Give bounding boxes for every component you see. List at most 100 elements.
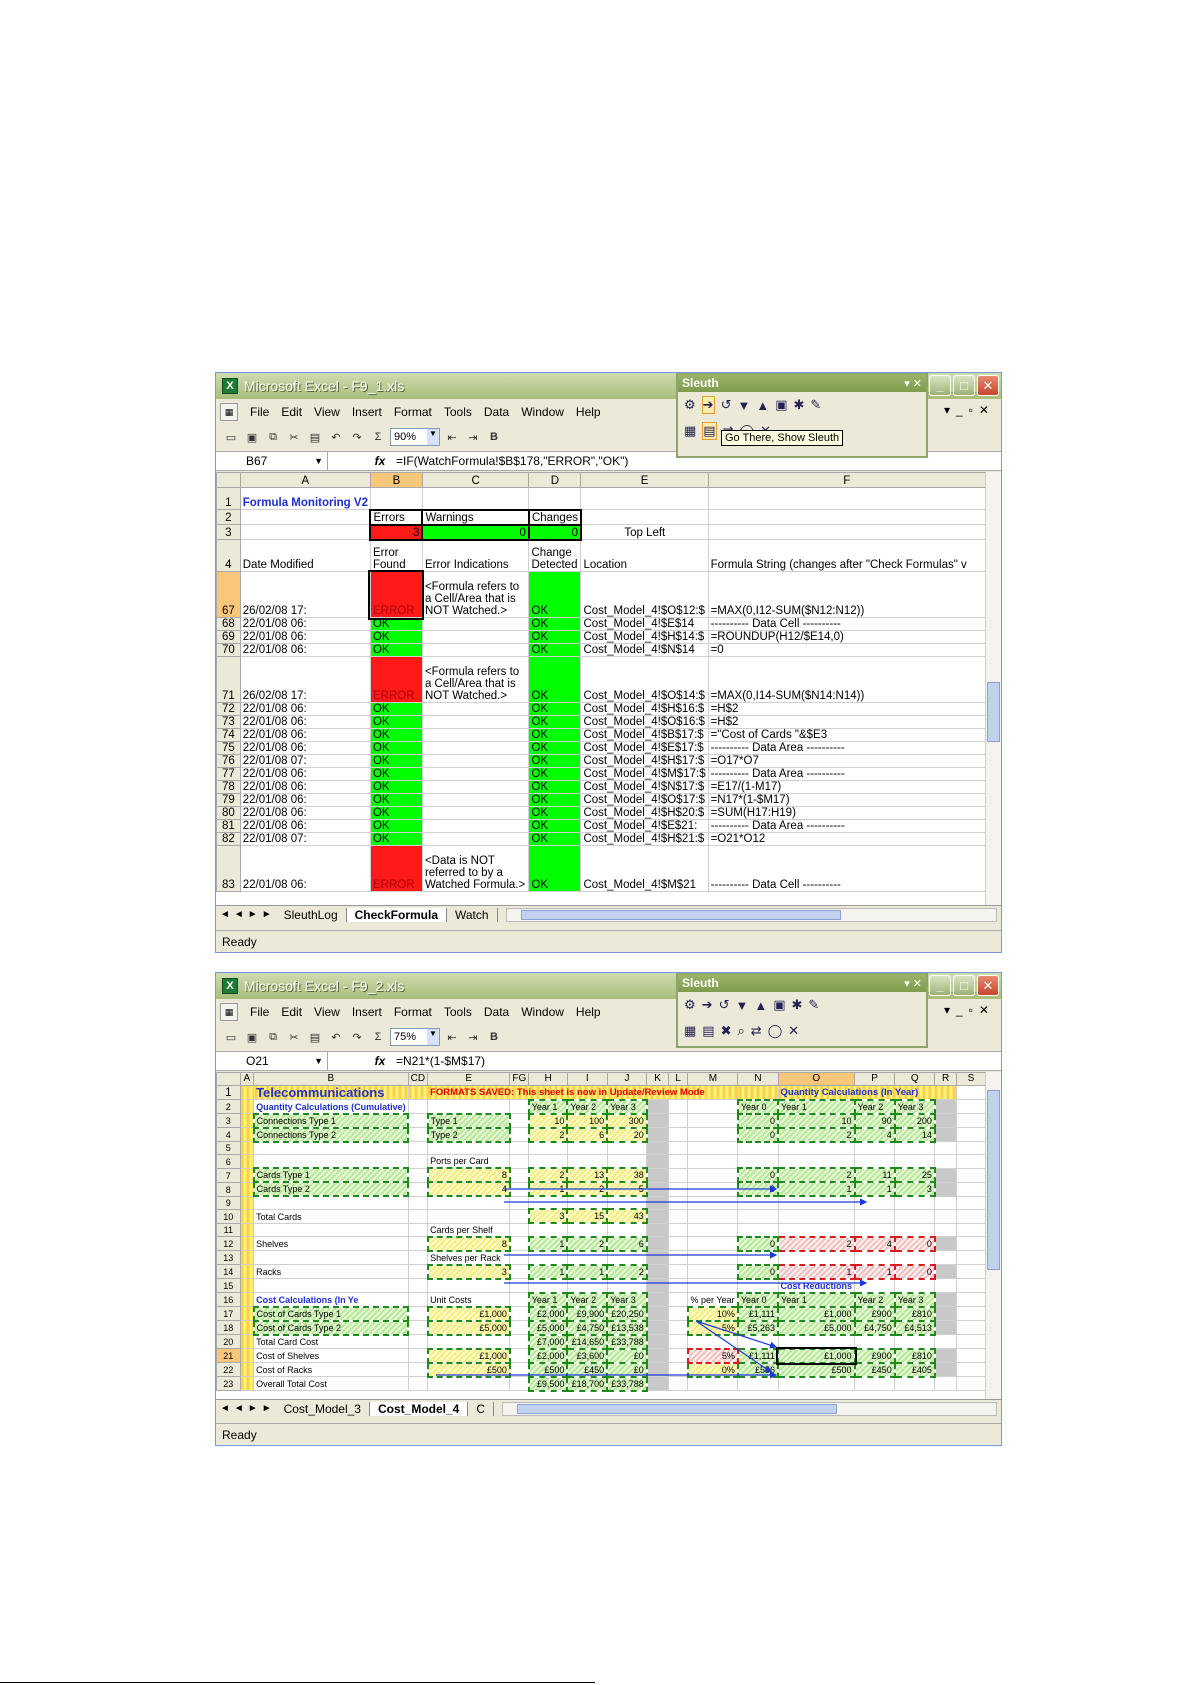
cell-date[interactable]: 22/01/08 06:: [239, 702, 371, 716]
cell-i[interactable]: £3,600: [566, 1347, 609, 1364]
cell-chg[interactable]: OK: [528, 832, 582, 846]
delete-icon[interactable]: ✖: [721, 1023, 732, 1039]
cell-e[interactable]: Cards per Shelf: [427, 1222, 511, 1237]
cell-m[interactable]: 10%: [686, 1305, 739, 1322]
cell-i[interactable]: £9,900: [566, 1305, 609, 1322]
menu-tools[interactable]: Tools: [444, 405, 472, 419]
cell-ind[interactable]: [421, 793, 530, 807]
cell-e[interactable]: Ports per Card: [427, 1154, 511, 1169]
column-header[interactable]: Q: [894, 1072, 936, 1086]
cell-j[interactable]: [606, 1154, 648, 1169]
cell-b[interactable]: [253, 1250, 409, 1265]
row-header[interactable]: 10: [216, 1208, 241, 1224]
cell-q[interactable]: [894, 1208, 936, 1224]
cell-o[interactable]: 10: [777, 1112, 856, 1129]
cell-j[interactable]: 300: [606, 1112, 648, 1129]
cell-m[interactable]: 0%: [686, 1361, 739, 1378]
cell-q[interactable]: [894, 1278, 936, 1293]
cell-p[interactable]: 11: [853, 1167, 896, 1183]
cell-j[interactable]: £0: [606, 1361, 648, 1378]
cell-b[interactable]: Racks: [253, 1264, 409, 1279]
cell-h[interactable]: [528, 1141, 568, 1155]
cell-loc[interactable]: Cost_Model_4!$O$16:$: [580, 715, 709, 729]
row-header[interactable]: 1: [216, 487, 241, 510]
settings-icon[interactable]: ✱: [792, 997, 803, 1013]
cell-chg[interactable]: OK: [528, 767, 582, 781]
tab-cost-model-4[interactable]: Cost_Model_4: [369, 1401, 469, 1416]
menu-tools[interactable]: Tools: [444, 1005, 472, 1019]
cell-m[interactable]: [687, 1113, 739, 1128]
close-icon[interactable]: ▾ ✕: [904, 377, 922, 390]
row-header[interactable]: 22: [216, 1362, 241, 1377]
cell-b[interactable]: [253, 1222, 409, 1237]
cell-ind[interactable]: <Formula refers to a Cell/Area that is N…: [421, 656, 530, 703]
cell-ind[interactable]: [421, 754, 530, 768]
cell-i[interactable]: 6: [566, 1126, 609, 1143]
column-header[interactable]: R: [934, 1072, 957, 1086]
cell-i[interactable]: 13: [566, 1167, 609, 1183]
cell-h[interactable]: £9,500: [527, 1375, 569, 1392]
row-header[interactable]: 21: [216, 1348, 241, 1363]
cell-n[interactable]: £1,111: [736, 1305, 780, 1322]
cell[interactable]: [707, 509, 986, 525]
cell-e[interactable]: [427, 1099, 511, 1114]
cell-formula[interactable]: =H$2: [707, 715, 986, 729]
menu-edit[interactable]: Edit: [281, 1005, 302, 1019]
wand-icon[interactable]: ✎: [808, 997, 819, 1013]
cell[interactable]: [580, 509, 709, 525]
cell-p[interactable]: 1: [853, 1181, 896, 1197]
redo-icon[interactable]: ↷: [348, 428, 366, 446]
cell-formula[interactable]: =ROUNDUP(H12/$E14,0): [707, 630, 986, 644]
row-header[interactable]: 23: [216, 1376, 241, 1391]
cell-m[interactable]: [687, 1208, 739, 1224]
cell-o[interactable]: £500: [777, 1361, 856, 1378]
cell-ind[interactable]: [421, 728, 530, 742]
cell-q[interactable]: 14: [893, 1126, 936, 1143]
cell[interactable]: Formula String (changes after "Check For…: [707, 539, 986, 572]
cell-o[interactable]: [777, 1154, 856, 1169]
cell-h[interactable]: 1: [527, 1235, 569, 1252]
cell-h[interactable]: 10: [527, 1112, 569, 1129]
cell-p[interactable]: [854, 1278, 896, 1293]
sleuth-title-bar[interactable]: Sleuth ▾ ✕: [678, 974, 926, 992]
cell-formula[interactable]: =0: [707, 643, 986, 657]
menu-insert[interactable]: Insert: [352, 1005, 382, 1019]
cell-e[interactable]: [427, 1195, 511, 1210]
row-header[interactable]: 9: [216, 1195, 241, 1210]
cell-loc[interactable]: Cost_Model_4!$E$14: [580, 617, 709, 631]
menu-data[interactable]: Data: [484, 1005, 509, 1019]
cell-j[interactable]: [606, 1222, 648, 1237]
cell-q[interactable]: £4,513: [893, 1319, 936, 1336]
cell[interactable]: Error Indications: [421, 539, 530, 572]
cell-q[interactable]: [894, 1141, 936, 1155]
cell-q[interactable]: 200: [893, 1112, 936, 1129]
cell-q[interactable]: Year 3: [893, 1291, 936, 1308]
cell-date[interactable]: 22/01/08 06:: [239, 780, 371, 794]
cell-j[interactable]: £13,538: [606, 1319, 648, 1336]
cell-chg[interactable]: OK: [528, 571, 582, 618]
cell[interactable]: Date Modified: [239, 539, 371, 572]
cell-o[interactable]: [777, 1195, 856, 1210]
go-there-icon[interactable]: ➔: [701, 396, 715, 414]
cell-date[interactable]: 22/01/08 06:: [239, 845, 371, 892]
zoom-select[interactable]: 75% ▼: [390, 1028, 440, 1046]
row-header[interactable]: 3: [216, 1113, 241, 1128]
cell-found[interactable]: OK: [369, 819, 423, 833]
cell-loc[interactable]: Cost_Model_4!$O$14:$: [580, 656, 709, 703]
cell-p[interactable]: 1: [853, 1263, 896, 1280]
cell-o[interactable]: [777, 1376, 856, 1391]
scroll-thumb[interactable]: [517, 1403, 838, 1414]
cell-b[interactable]: Overall Total Cost: [253, 1376, 409, 1391]
wand-icon[interactable]: ✎: [810, 397, 821, 413]
cell-n[interactable]: 0: [736, 1167, 780, 1183]
tab-c[interactable]: C: [468, 1401, 495, 1416]
cell-formula[interactable]: =MAX(0,I12-SUM($N12:N12)): [707, 571, 986, 618]
row-header[interactable]: 13: [216, 1250, 241, 1265]
cell-q[interactable]: [894, 1334, 936, 1349]
cell-e[interactable]: [427, 1141, 511, 1155]
cell-j[interactable]: [606, 1278, 648, 1293]
cell-e[interactable]: 3: [426, 1263, 511, 1280]
minimize-button[interactable]: _: [929, 375, 951, 396]
cell-chg[interactable]: OK: [528, 715, 582, 729]
cell-chg[interactable]: OK: [528, 819, 582, 833]
